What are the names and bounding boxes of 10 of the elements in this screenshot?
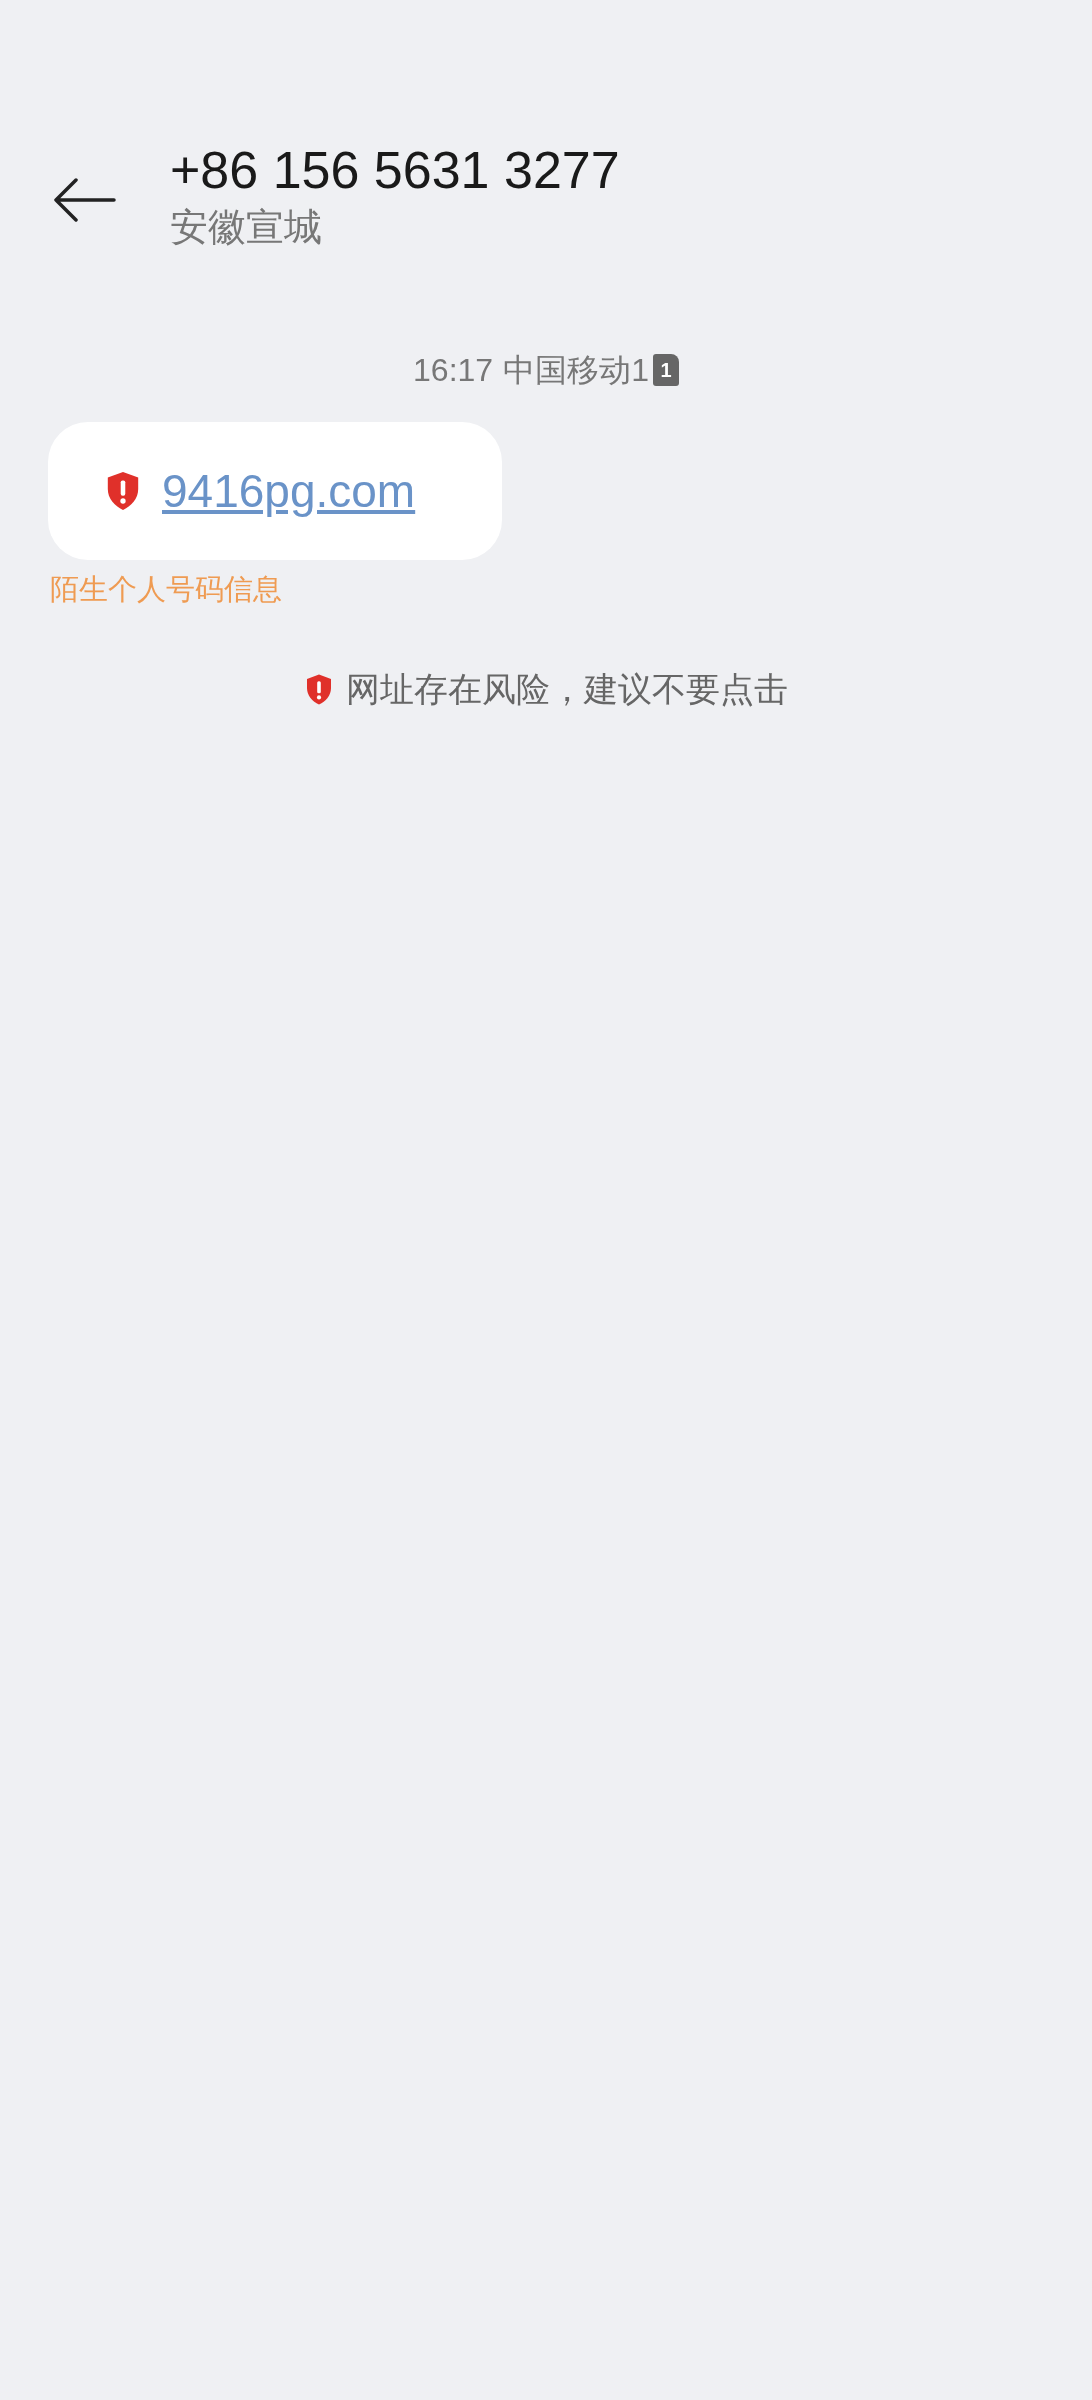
risk-warning: 网址存在风险，建议不要点击	[346, 668, 788, 710]
warning-shield-icon	[304, 672, 334, 706]
message-time: 16:17	[413, 351, 494, 390]
stranger-tag: 陌生个人号码信息	[50, 568, 1092, 612]
message-link[interactable]: 9416pg.com	[162, 456, 416, 526]
contact-location: 安徽宣城	[170, 205, 323, 250]
back-arrow-icon	[52, 178, 116, 222]
contact-number: +86 156 5631 3277	[170, 140, 620, 201]
carrier-label: 中国移动1	[503, 351, 649, 390]
sim-card-icon: 1	[652, 354, 679, 386]
